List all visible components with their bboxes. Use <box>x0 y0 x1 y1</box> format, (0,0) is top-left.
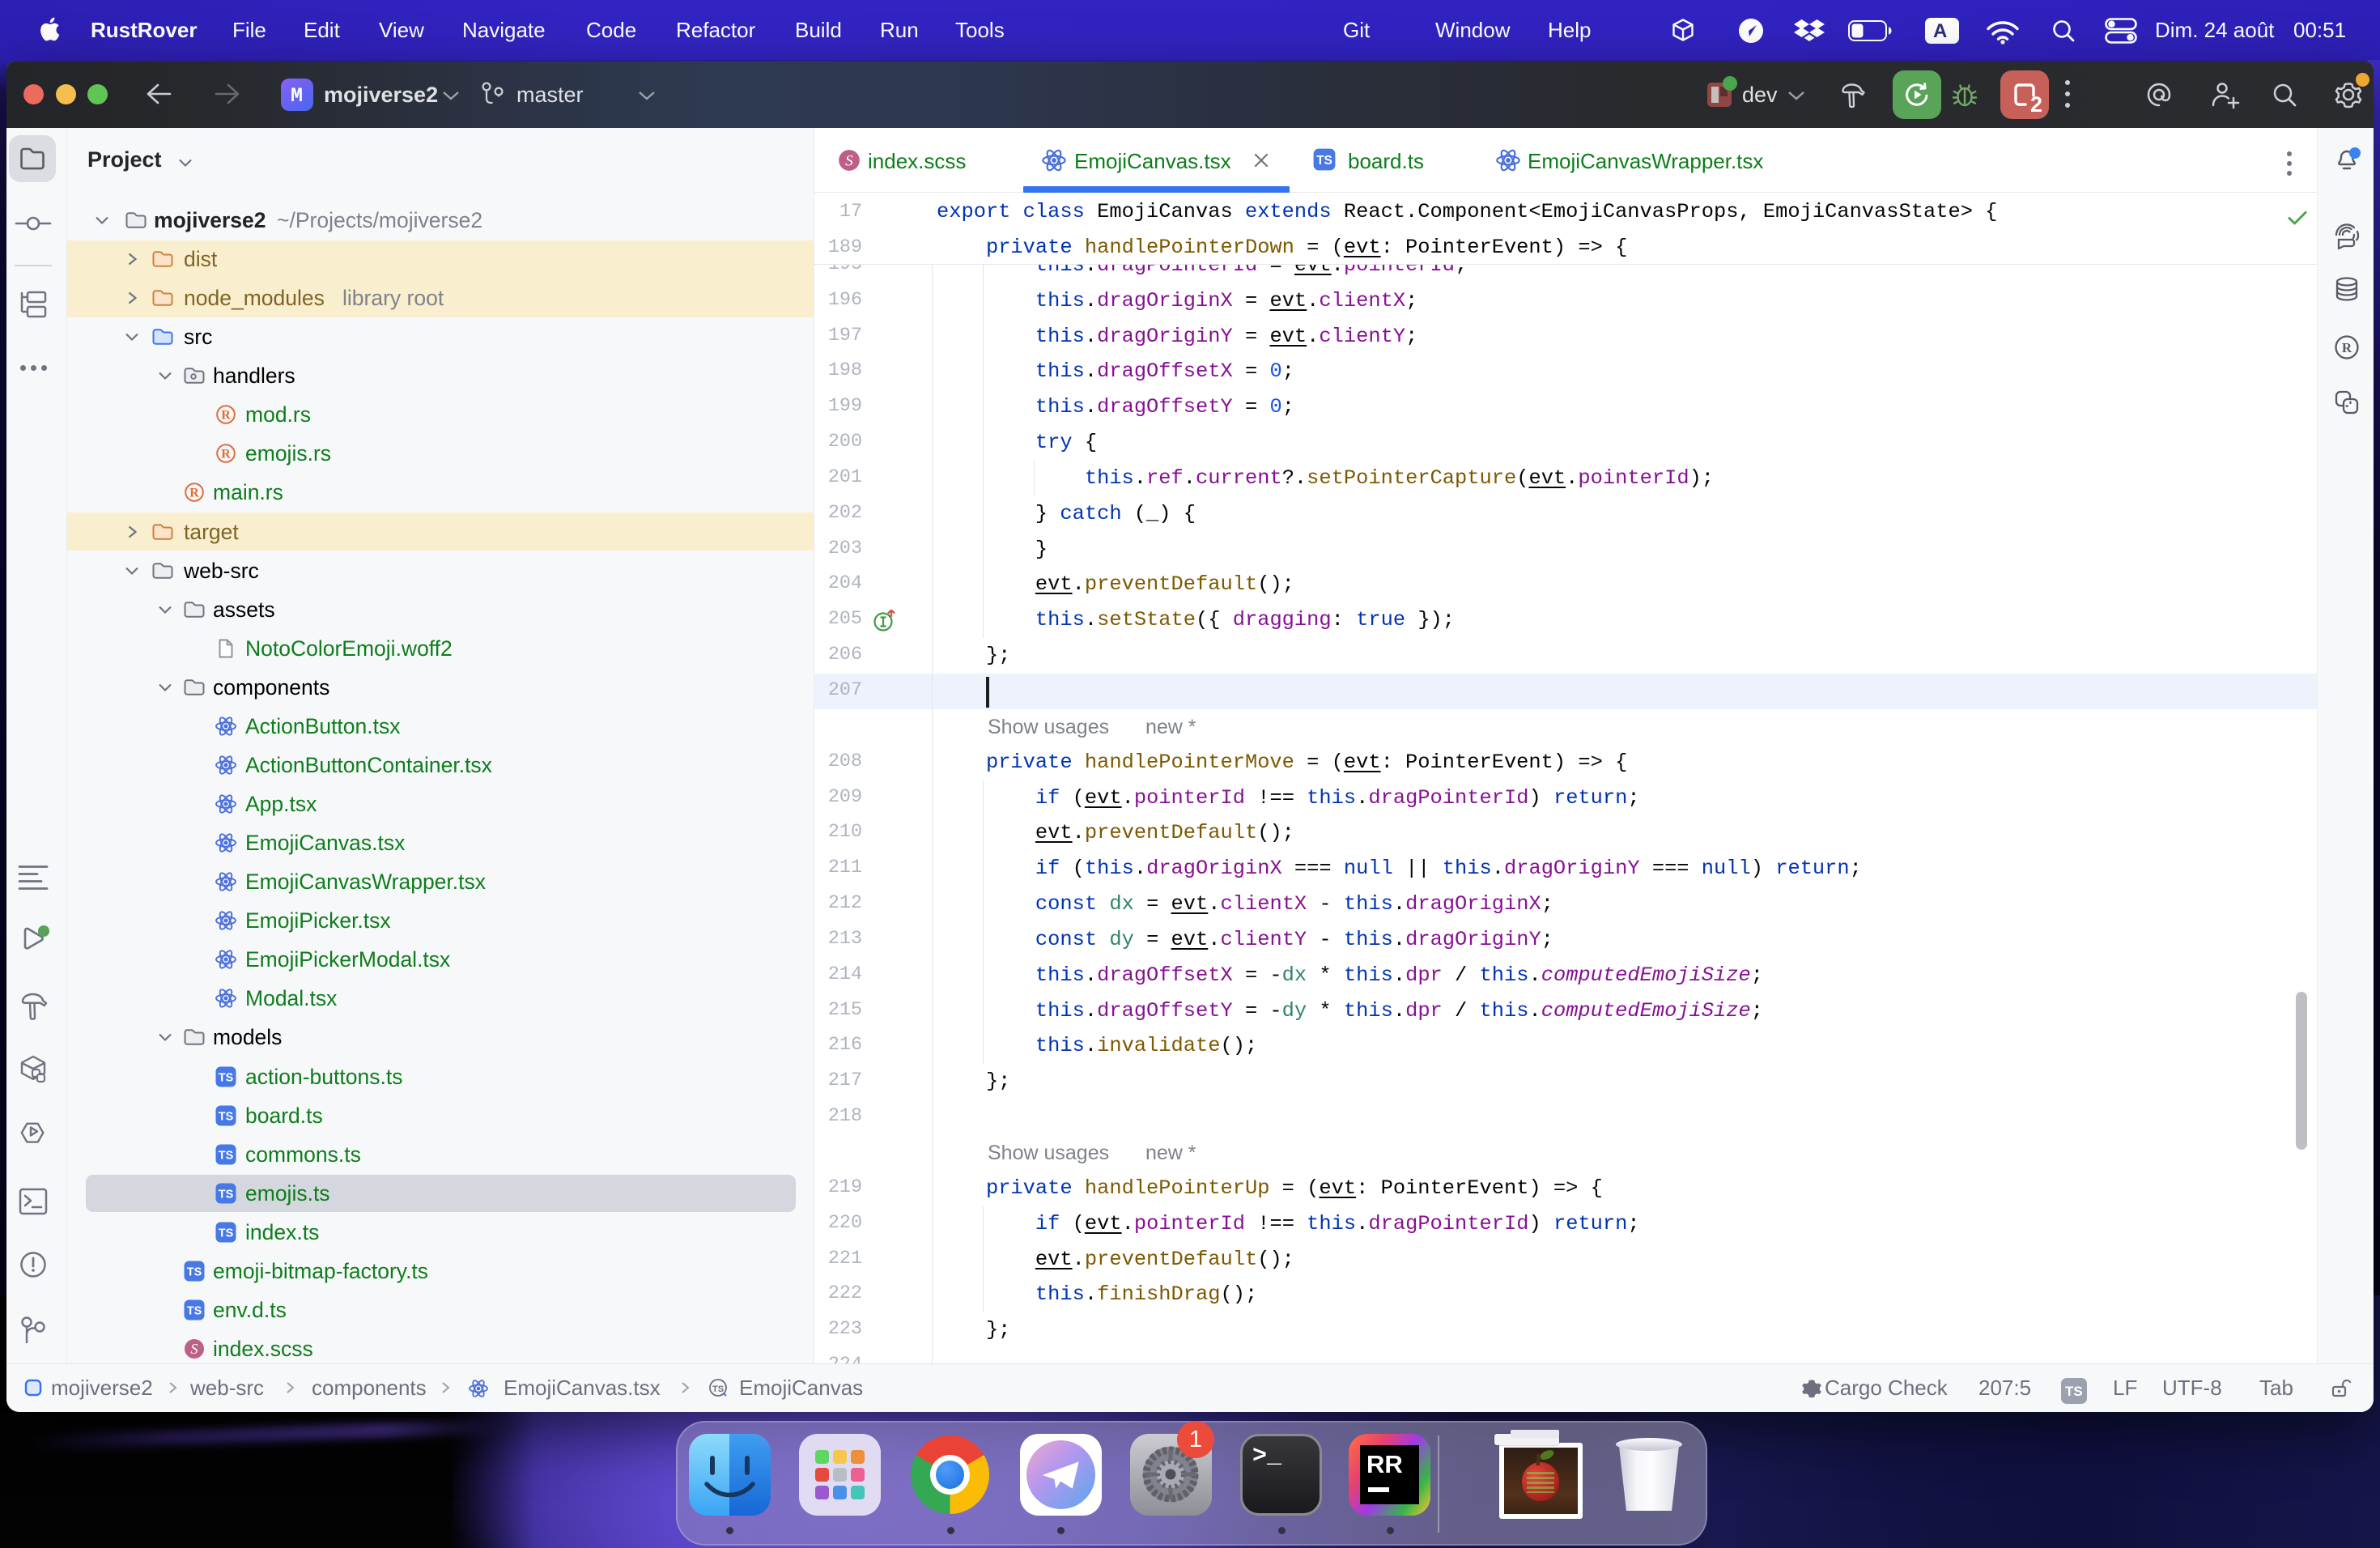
svg-text:TS: TS <box>219 1150 234 1163</box>
svg-text:TS: TS <box>219 1111 234 1124</box>
svg-text:R: R <box>189 487 199 500</box>
svg-text:TS: TS <box>1316 154 1332 168</box>
svg-text:R: R <box>221 409 231 423</box>
svg-text:S: S <box>845 152 853 169</box>
svg-text:TS: TS <box>187 1266 202 1279</box>
svg-text:TS: TS <box>219 1189 234 1201</box>
svg-text:TS: TS <box>712 1384 724 1394</box>
svg-text:S: S <box>191 1341 198 1357</box>
svg-text:TS: TS <box>219 1227 234 1240</box>
svg-text:R: R <box>221 448 231 461</box>
svg-text:TS: TS <box>187 1305 202 1318</box>
svg-text:R: R <box>2342 340 2352 355</box>
svg-text:TS: TS <box>219 1072 234 1085</box>
